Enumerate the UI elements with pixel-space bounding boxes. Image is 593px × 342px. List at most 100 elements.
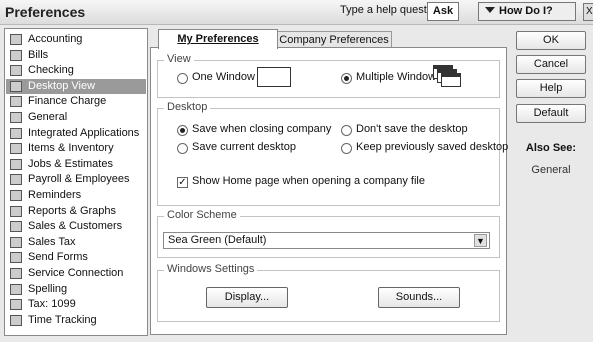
one-window-radio[interactable] [177, 73, 188, 84]
keep-previously-label[interactable]: Keep previously saved desktop [356, 141, 508, 153]
close-button[interactable]: X [583, 3, 593, 21]
tax-1099-icon [10, 299, 22, 311]
also-see-title: Also See: [525, 142, 577, 154]
dont-save-label[interactable]: Don't save the desktop [356, 123, 468, 135]
tab-company-preferences[interactable]: Company Preferences [276, 31, 392, 48]
sidebar-item-label: Accounting [28, 33, 83, 45]
show-home-page-label[interactable]: Show Home page when opening a company fi… [192, 175, 425, 187]
sidebar-item[interactable]: Desktop View [6, 78, 146, 94]
sidebar-item-label: Sales & Customers [28, 220, 123, 233]
chevron-down-icon[interactable]: ▼ [474, 234, 487, 247]
color-scheme-legend: Color Scheme [164, 209, 240, 221]
title-bar: Preferences Type a help question Ask How… [0, 0, 593, 25]
sidebar-item-label: Service Connection [28, 267, 124, 279]
sidebar-item[interactable]: Service Connection [6, 266, 146, 281]
sidebar-item[interactable]: General [6, 110, 146, 125]
also-see-general-link[interactable]: General [511, 164, 591, 176]
desktop-legend: Desktop [164, 101, 211, 113]
sidebar-item-label: Finance Charge [28, 95, 107, 108]
finance-charge-icon [10, 96, 22, 108]
desktop-view-icon [10, 80, 22, 92]
sidebar-item-label: General [28, 111, 68, 123]
tab-my-preferences[interactable]: My Preferences [158, 29, 278, 49]
window-title: Preferences [5, 4, 86, 20]
sidebar-item-label: Time Tracking [28, 313, 97, 326]
sidebar-item-label: Checking [28, 64, 74, 77]
dont-save-radio[interactable] [341, 125, 352, 136]
sidebar-item[interactable]: Sales & Customers [6, 219, 146, 234]
sidebar-item-label: Bills [28, 48, 49, 61]
service-connection-icon [10, 268, 22, 279]
sidebar-item[interactable]: Integrated Applications [6, 126, 146, 141]
sidebar-item-label: Spelling [28, 282, 68, 295]
general-icon [10, 112, 22, 123]
save-when-closing-radio[interactable] [177, 125, 188, 136]
dropdown-arrow-icon [485, 7, 495, 13]
spelling-icon [10, 283, 22, 295]
send-forms-icon [10, 252, 22, 264]
windows-settings-legend: Windows Settings [164, 263, 258, 275]
multiple-windows-label[interactable]: Multiple Windows [356, 71, 442, 83]
sidebar-item-label: Jobs & Estimates [28, 157, 113, 170]
ask-button[interactable]: Ask [427, 2, 459, 21]
sidebar-item-label: Sales Tax [28, 235, 76, 248]
preferences-category-list[interactable]: Accounting Bills Checking Desktop View Finan… [4, 28, 148, 336]
accounting-icon [10, 34, 22, 45]
bills-icon [10, 49, 22, 61]
view-legend: View [164, 53, 194, 65]
sidebar-item[interactable]: Payroll & Employees [6, 172, 146, 187]
sidebar-item[interactable]: Spelling [6, 282, 146, 297]
how-do-i-button[interactable]: How Do I? [478, 2, 576, 21]
sales-tax-icon [10, 236, 22, 248]
color-scheme-value: Sea Green (Default) [168, 234, 267, 246]
one-window-icon [257, 67, 291, 87]
sidebar-item[interactable]: Accounting [6, 32, 146, 47]
sidebar-item[interactable]: Items & Inventory [6, 141, 146, 156]
sidebar-item-label: Reminders [28, 189, 82, 201]
sidebar-item[interactable]: Reports & Graphs [6, 204, 146, 219]
sidebar-item[interactable]: Jobs & Estimates [6, 157, 146, 172]
multiple-windows-radio[interactable] [341, 73, 352, 84]
sidebar-item-label: Desktop View [28, 79, 96, 92]
sidebar-item[interactable]: Tax: 1099 [6, 297, 146, 312]
display-button[interactable]: Display... [206, 287, 288, 308]
reports-graphs-icon [10, 205, 22, 217]
sidebar-item-label: Tax: 1099 [28, 298, 76, 311]
how-do-i-label: How Do I? [499, 5, 553, 17]
tab-my-preferences-label: My Preferences [177, 33, 259, 45]
cancel-button[interactable]: Cancel [516, 55, 586, 74]
sidebar-item[interactable]: Send Forms [6, 250, 146, 265]
preferences-window: Preferences Type a help question Ask How… [0, 0, 593, 342]
ok-button[interactable]: OK [516, 31, 586, 50]
sidebar-item-label: Reports & Graphs [28, 204, 117, 217]
color-scheme-select[interactable]: Sea Green (Default) ▼ [163, 232, 490, 249]
sidebar-item-label: Send Forms [28, 251, 88, 264]
sidebar-item[interactable]: Sales Tax [6, 235, 146, 250]
sidebar-item-label: Integrated Applications [28, 126, 140, 139]
sidebar-item[interactable]: Reminders [6, 188, 146, 203]
payroll-icon [10, 174, 22, 186]
sidebar-item[interactable]: Finance Charge [6, 94, 146, 109]
checking-icon [10, 65, 22, 77]
sounds-button[interactable]: Sounds... [378, 287, 460, 308]
save-current-radio[interactable] [177, 143, 188, 154]
preferences-panel: View One Window Multiple Windows Desktop… [150, 47, 508, 335]
help-button[interactable]: Help [516, 79, 586, 98]
sidebar-item[interactable]: Checking [6, 63, 146, 78]
integrated-applications-icon [10, 127, 22, 139]
multiple-windows-icon [433, 65, 465, 87]
reminders-icon [10, 190, 22, 201]
default-button[interactable]: Default [516, 104, 586, 123]
save-when-closing-label[interactable]: Save when closing company [192, 123, 331, 135]
one-window-label[interactable]: One Window [192, 71, 255, 83]
items-inventory-icon [10, 143, 22, 155]
sidebar-item-label: Payroll & Employees [28, 173, 130, 186]
keep-previously-radio[interactable] [341, 143, 352, 154]
show-home-page-checkbox[interactable]: ✓ [177, 177, 188, 188]
sidebar-item[interactable]: Time Tracking [6, 313, 146, 328]
sidebar-item-label: Items & Inventory [28, 142, 114, 155]
jobs-estimates-icon [10, 158, 22, 170]
save-current-label[interactable]: Save current desktop [192, 141, 296, 153]
sidebar-item[interactable]: Bills [6, 48, 146, 63]
time-tracking-icon [10, 314, 22, 326]
